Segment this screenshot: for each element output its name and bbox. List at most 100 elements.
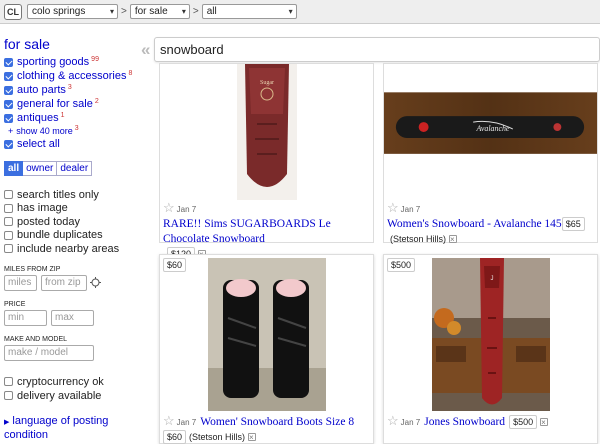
checkbox-checked[interactable]: [4, 71, 13, 81]
checkbox-checked[interactable]: [4, 139, 13, 149]
filter-label: bundle duplicates: [17, 229, 103, 242]
listing-date: Jan 7: [400, 418, 421, 427]
select-all[interactable]: select all: [4, 137, 144, 151]
category-count: 3: [67, 83, 72, 91]
show-more-link[interactable]: + show 40 more 3: [8, 125, 144, 137]
category-count: 8: [128, 69, 133, 77]
checkbox[interactable]: [4, 217, 13, 227]
svg-text:J: J: [490, 276, 493, 282]
checkbox[interactable]: [4, 244, 13, 254]
plus-icon: +: [8, 126, 14, 136]
category-label: clothing & accessories: [17, 70, 127, 82]
listing-title[interactable]: Jones Snowboard: [424, 415, 505, 430]
language-label: language of posting: [12, 414, 109, 427]
seller-owner[interactable]: owner: [23, 161, 58, 176]
miles-zip-row: miles from zip: [4, 274, 144, 291]
cl-logo[interactable]: CL: [4, 3, 22, 20]
breadcrumb-separator: >: [192, 6, 199, 17]
star-icon[interactable]: ☆: [163, 413, 175, 428]
category-count: 1: [60, 111, 65, 119]
listing-title[interactable]: Women's Snowboard - Avalanche 145: [387, 217, 562, 232]
category-label: sporting goods: [17, 56, 90, 68]
filter-bundle-duplicates[interactable]: bundle duplicates: [4, 229, 144, 243]
checkbox-checked[interactable]: [4, 57, 13, 67]
checkbox[interactable]: [4, 230, 13, 240]
listing-date: Jan 7: [176, 205, 197, 214]
hide-icon[interactable]: [540, 415, 549, 430]
search-input[interactable]: snowboard: [154, 37, 600, 62]
filter-nearby-areas[interactable]: include nearby areas: [4, 242, 144, 256]
category-antiques[interactable]: antiques 1: [4, 111, 144, 125]
category-label: general for sale: [17, 98, 93, 110]
listing-image[interactable]: Avalanche: [384, 64, 597, 200]
listing-card[interactable]: $60 ☆ Jan 7 Women' Snowboard Boots Size …: [159, 254, 374, 444]
filter-label: posted today: [17, 215, 80, 228]
hide-icon[interactable]: [449, 232, 458, 247]
listing-card[interactable]: J $500 ☆ Jan 7 Jones Snowboard $500: [383, 254, 598, 444]
filter-has-image[interactable]: has image: [4, 202, 144, 216]
star-icon[interactable]: ☆: [387, 200, 399, 215]
filter-label: delivery available: [17, 389, 102, 402]
select-all-label: select all: [17, 138, 60, 150]
category-count: 2: [94, 97, 99, 105]
checkbox-checked[interactable]: [4, 99, 13, 109]
category-count: 99: [91, 55, 99, 63]
category-clothing[interactable]: clothing & accessories 8: [4, 69, 144, 83]
make-model-input[interactable]: make / model: [4, 344, 94, 361]
location-select-value: colo springs: [32, 6, 86, 17]
seller-dealer[interactable]: dealer: [57, 161, 93, 176]
category-title[interactable]: for sale: [4, 36, 144, 52]
star-icon[interactable]: ☆: [387, 413, 399, 428]
seller-all[interactable]: all: [4, 161, 24, 176]
filter-label: cryptocurrency ok: [17, 375, 104, 388]
listing-meta: ☆ Jan 7 RARE!! Sims SUGARBOARDS Le Choco…: [163, 200, 373, 262]
filter-crypto[interactable]: cryptocurrency ok: [4, 375, 144, 389]
listing-price: $60: [163, 430, 187, 444]
listing-location: (Stetson Hills): [390, 234, 447, 244]
star-icon[interactable]: ☆: [163, 200, 175, 215]
location-select[interactable]: colo springs ▾: [27, 4, 118, 19]
checkbox[interactable]: [4, 391, 13, 400]
listing-card[interactable]: Sugar ☆ Jan 7 RARE!! Sims SUGARBOARDS Le…: [159, 63, 374, 262]
listing-price-overlay: $60: [163, 258, 187, 272]
filter-delivery[interactable]: delivery available: [4, 389, 144, 403]
filter-label: search titles only: [17, 188, 99, 201]
collapse-sidebar-button[interactable]: «: [141, 40, 150, 60]
checkbox[interactable]: [4, 377, 13, 386]
listing-image[interactable]: Sugar: [160, 64, 373, 200]
triangle-right-icon: ▶: [4, 418, 10, 426]
category-select[interactable]: for sale ▾: [129, 4, 190, 19]
language-link[interactable]: ▶ language of posting condition: [4, 415, 144, 441]
category-sporting-goods[interactable]: sporting goods 99: [4, 55, 144, 69]
checkbox-checked[interactable]: [4, 113, 13, 123]
subcategory-select[interactable]: all ▾: [201, 4, 297, 19]
category-auto-parts[interactable]: auto parts 3: [4, 83, 144, 97]
miles-input[interactable]: miles: [4, 274, 37, 291]
listing-image[interactable]: J: [384, 255, 597, 411]
listing-image[interactable]: [160, 255, 373, 411]
listing-card[interactable]: Avalanche ☆ Jan 7 Women's Snowboard - Av…: [383, 63, 598, 247]
show-more-count: 3: [74, 124, 79, 132]
zip-input[interactable]: from zip: [41, 274, 87, 291]
listing-title[interactable]: RARE!! Sims SUGARBOARDS Le Chocolate Sno…: [163, 217, 373, 247]
listing-price: $65: [561, 217, 585, 231]
listing-location: (Stetson Hills): [189, 432, 246, 442]
category-label: antiques: [17, 112, 59, 124]
price-min-input[interactable]: min: [4, 309, 47, 326]
filter-search-titles[interactable]: search titles only: [4, 188, 144, 202]
hide-icon[interactable]: [248, 430, 257, 444]
checkbox-checked[interactable]: [4, 85, 13, 95]
listing-meta: ☆ Jan 7 Women's Snowboard - Avalanche 14…: [387, 200, 597, 247]
checkbox[interactable]: [4, 203, 13, 213]
filter-sidebar: for sale sporting goods 99 clothing & ac…: [4, 36, 144, 441]
listing-meta: ☆ Jan 7 Jones Snowboard $500: [387, 413, 597, 430]
show-more-label: show 40 more: [16, 126, 73, 136]
filter-label: has image: [17, 202, 68, 215]
price-max-input[interactable]: max: [51, 309, 94, 326]
listing-title[interactable]: Women' Snowboard Boots Size 8: [200, 415, 354, 430]
checkbox[interactable]: [4, 190, 13, 200]
search-query: snowboard: [160, 42, 224, 57]
filter-posted-today[interactable]: posted today: [4, 215, 144, 229]
category-general[interactable]: general for sale 2: [4, 97, 144, 111]
target-icon[interactable]: [90, 277, 101, 288]
